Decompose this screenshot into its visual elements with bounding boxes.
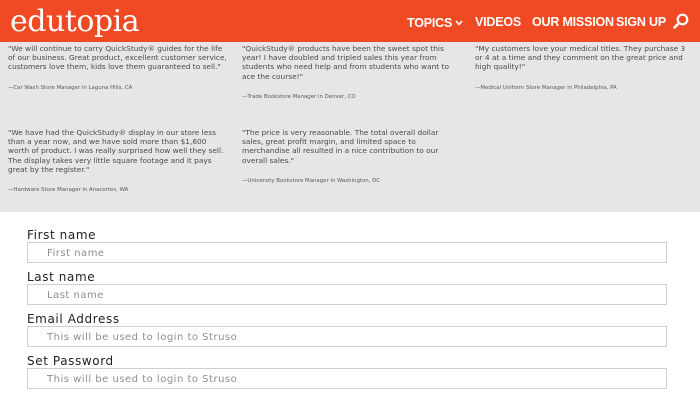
testimonial: "We have had the QuickStudy® display in … <box>8 128 228 194</box>
testimonial-attribution: —University Bookstore Manager in Washing… <box>242 177 381 184</box>
testimonial: "My customers love your medical titles. … <box>475 44 695 92</box>
testimonial-text: "QuickStudy® products have been the swee… <box>242 44 449 81</box>
testimonial-text: "We will continue to carry QuickStudy® g… <box>8 44 227 72</box>
email-label: Email Address <box>27 312 120 326</box>
testimonial: "The price is very reasonable. The total… <box>242 128 452 185</box>
email-field[interactable] <box>28 328 666 347</box>
testimonial: "QuickStudy® products have been the swee… <box>242 44 452 101</box>
password-field[interactable] <box>28 370 666 389</box>
nav-videos[interactable]: VIDEOS <box>475 0 521 42</box>
testimonial-attribution: —Hardware Store Manager in Anacortes, WA <box>8 187 129 194</box>
last-name-label: Last name <box>27 270 96 284</box>
last-name-field[interactable] <box>28 286 666 305</box>
testimonial-attribution: —Trade Bookstore Manager in Denver, CO <box>242 93 356 100</box>
testimonials-section: "We will continue to carry QuickStudy® g… <box>0 42 700 212</box>
search-icon[interactable] <box>673 13 689 29</box>
chevron-down-icon <box>455 0 463 44</box>
site-header: edutopia TOPICS VIDEOS OUR MISSION SIGN … <box>0 0 700 42</box>
email-field-wrapper <box>27 326 667 347</box>
nav-sign-up[interactable]: SIGN UP <box>616 0 666 42</box>
password-label: Set Password <box>27 354 114 368</box>
nav-our-mission[interactable]: OUR MISSION <box>532 0 614 42</box>
nav-topics-label: TOPICS <box>407 16 453 30</box>
first-name-field[interactable] <box>28 244 666 263</box>
password-field-wrapper <box>27 368 667 389</box>
testimonial-text: "We have had the QuickStudy® display in … <box>8 128 224 174</box>
testimonial-text: "The price is very reasonable. The total… <box>242 128 439 165</box>
edutopia-logo[interactable]: edutopia <box>10 2 140 42</box>
testimonial-text: "My customers love your medical titles. … <box>475 44 686 72</box>
testimonial: "We will continue to carry QuickStudy® g… <box>8 44 228 92</box>
last-name-field-wrapper <box>27 284 667 305</box>
signup-form: First name Last name Email Address Set P… <box>0 212 700 400</box>
first-name-label: First name <box>27 228 97 242</box>
testimonial-attribution: —Medical Uniform Store Manager in Philad… <box>475 84 617 91</box>
first-name-field-wrapper <box>27 242 667 263</box>
nav-topics[interactable]: TOPICS <box>407 0 463 42</box>
testimonial-attribution: —Car Wash Store Manager in Laguna Hills,… <box>8 84 133 91</box>
